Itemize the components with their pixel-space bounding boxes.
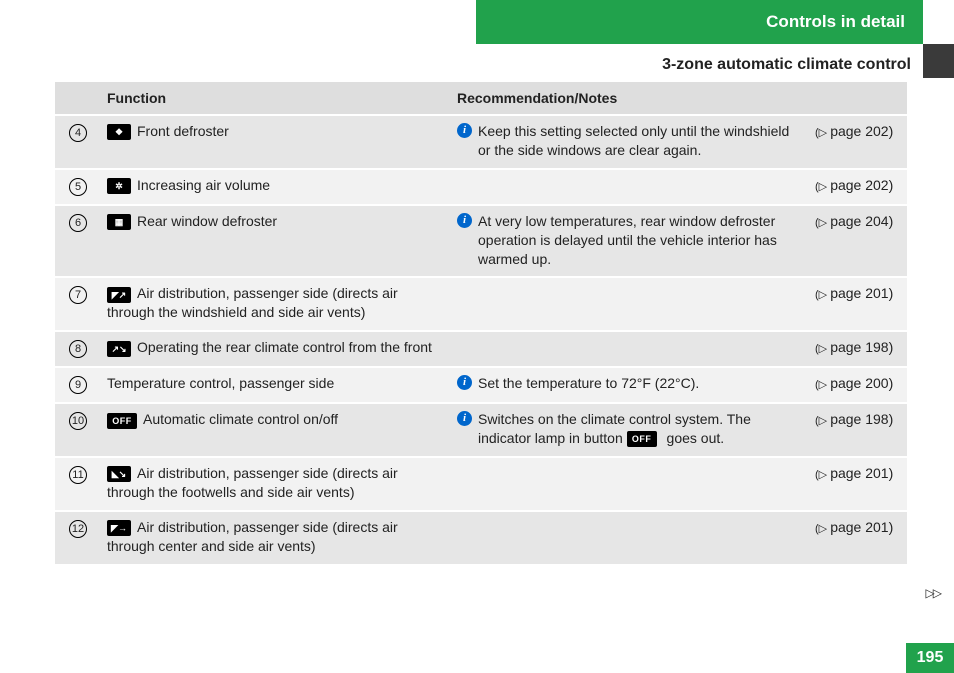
page-reference: (▷ page 200) [809, 367, 907, 403]
page-reference: (▷ page 202) [809, 115, 907, 169]
info-icon: i [457, 375, 472, 390]
table-header-row: Function Recommendation/Notes [55, 82, 907, 115]
row-number-badge: 11 [69, 466, 87, 484]
function-text: Rear window defroster [137, 213, 277, 229]
defrost-front-icon: ❖ [107, 124, 131, 140]
table-row: 4 ❖ Front defroster i Keep this setting sele… [55, 115, 907, 169]
row-number-badge: 12 [69, 520, 87, 538]
page-reference: (▷ page 202) [809, 169, 907, 205]
function-text: Temperature control, passenger side [107, 375, 334, 391]
page-subtitle: 3-zone automatic climate control [0, 56, 923, 74]
air-dist-footwell-icon: ◣↘ [107, 466, 131, 482]
rear-from-front-icon: ↗↘ [107, 341, 131, 357]
row-number-badge: 4 [69, 124, 87, 142]
function-text: Front defroster [137, 123, 229, 139]
page-reference: (▷ page 198) [809, 331, 907, 367]
function-text: Air distribution, passenger side (direct… [107, 519, 398, 554]
table-row: 12 ◤→Air distribution, passenger side (di… [55, 511, 907, 565]
function-text: Automatic climate control on/off [143, 411, 338, 427]
function-text: Air distribution, passenger side (direct… [107, 285, 398, 320]
table-row: 11 ◣↘Air distribution, passenger side (di… [55, 457, 907, 511]
table-row: 9 Temperature control, passenger side i Set… [55, 367, 907, 403]
table-row: 6 ▦ Rear window defroster i At very low temp… [55, 205, 907, 278]
fan-icon: ✲ [107, 178, 131, 194]
row-number-badge: 9 [69, 376, 87, 394]
table-row: 8 ↗↘ Operating the rear climate control fr… [55, 331, 907, 367]
function-text: Operating the rear climate control from … [137, 339, 432, 355]
function-text: Air distribution, passenger side (direct… [107, 465, 398, 500]
table-row: 7 ◤↗Air distribution, passenger side (dir… [55, 277, 907, 331]
continue-indicator: ▷▷ [926, 586, 940, 600]
row-number-badge: 8 [69, 340, 87, 358]
air-dist-center-icon: ◤→ [107, 520, 131, 536]
row-number-badge: 7 [69, 286, 87, 304]
recommendation-text: Keep this setting selected only until th… [478, 122, 796, 160]
page-number: 195 [906, 643, 954, 673]
info-icon: i [457, 123, 472, 138]
col-recommendation: Recommendation/Notes [451, 82, 809, 115]
off-icon: OFF [107, 413, 137, 429]
info-icon: i [457, 411, 472, 426]
page-reference: (▷ page 201) [809, 457, 907, 511]
function-text: Increasing air volume [137, 177, 270, 193]
recommendation-text: At very low temperatures, rear window de… [478, 212, 796, 269]
row-number-badge: 10 [69, 412, 87, 430]
info-icon: i [457, 213, 472, 228]
page-reference: (▷ page 198) [809, 403, 907, 457]
section-tab: Controls in detail [476, 0, 923, 44]
recommendation-text: Switches on the climate control system. … [478, 410, 796, 448]
air-dist-windshield-icon: ◤↗ [107, 287, 131, 303]
page-reference: (▷ page 204) [809, 205, 907, 278]
table-row: 10 OFF Automatic climate control on/off i Sw… [55, 403, 907, 457]
off-icon: OFF [627, 431, 657, 447]
thumb-index-stub [923, 44, 954, 78]
row-number-badge: 5 [69, 178, 87, 196]
function-table: Function Recommendation/Notes 4 ❖ Front de… [55, 82, 907, 566]
page-reference: (▷ page 201) [809, 277, 907, 331]
row-number-badge: 6 [69, 214, 87, 232]
page-reference: (▷ page 201) [809, 511, 907, 565]
col-function: Function [101, 82, 451, 115]
table-row: 5 ✲ Increasing air volume (▷ page 202) [55, 169, 907, 205]
recommendation-text: Set the temperature to 72°F (22°C). [478, 374, 796, 393]
defrost-rear-icon: ▦ [107, 214, 131, 230]
